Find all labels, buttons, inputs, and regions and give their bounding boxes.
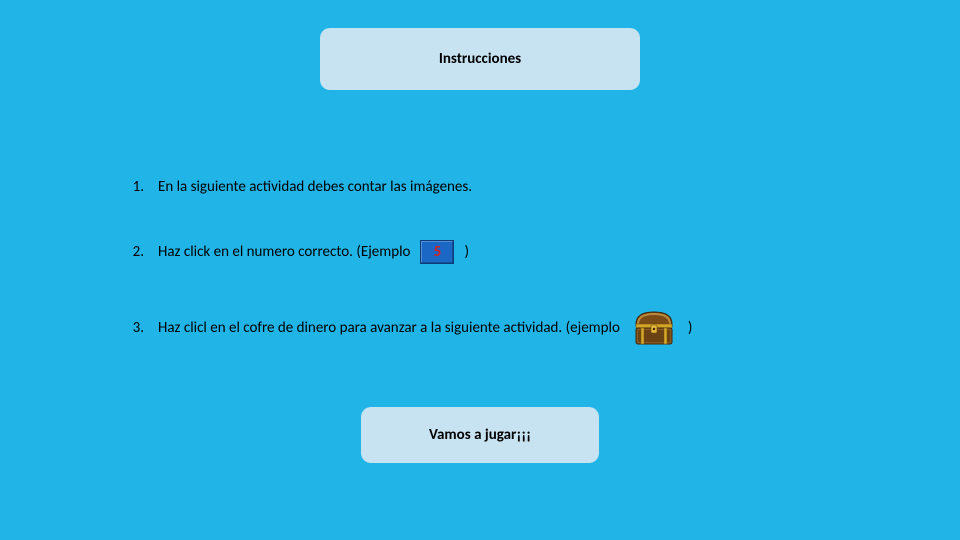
number-tile-example[interactable]: 5 [420,240,454,264]
list-item: 2. Haz click en el numero correcto. (Eje… [126,240,469,264]
item-number: 3. [126,319,144,337]
item-text-after: ) [464,243,469,261]
play-button[interactable]: Vamos a jugar¡¡¡ [361,407,599,463]
item-text-after: ) [688,319,693,337]
treasure-chest-icon[interactable] [632,310,676,346]
item-number: 1. [126,178,144,196]
slide: Instrucciones 1. En la siguiente activid… [0,0,960,540]
item-text: En la siguiente actividad debes contar l… [158,178,472,196]
title-text: Instrucciones [439,50,521,68]
item-text: Haz clicl en el cofre de dinero para ava… [158,319,620,337]
list-item: 3. Haz clicl en el cofre de dinero para … [126,310,692,346]
item-text: Haz click en el numero correcto. (Ejempl… [158,243,410,261]
item-number: 2. [126,243,144,261]
title-box: Instrucciones [320,28,640,90]
play-label: Vamos a jugar¡¡¡ [429,426,531,444]
list-item: 1. En la siguiente actividad debes conta… [126,178,472,196]
